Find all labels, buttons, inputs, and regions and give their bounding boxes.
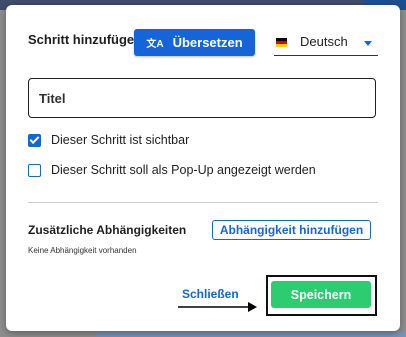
translate-icon: 文A xyxy=(146,39,164,50)
chevron-down-icon[interactable] xyxy=(364,41,372,46)
title-input[interactable] xyxy=(28,78,376,118)
section-divider xyxy=(28,202,378,203)
popup-checkbox[interactable] xyxy=(28,163,41,177)
save-button[interactable]: Speichern xyxy=(271,281,371,308)
background-app-panel xyxy=(96,332,406,337)
germany-flag-icon xyxy=(276,38,287,47)
visible-checkbox-row[interactable]: Dieser Schritt ist sichtbar xyxy=(28,133,189,147)
add-dependency-button[interactable]: Abhängigkeit hinzufügen xyxy=(212,220,371,240)
close-button[interactable]: Schließen xyxy=(182,287,239,301)
arrow-right-icon xyxy=(178,302,257,312)
dialog-title: Schritt hinzufügen xyxy=(28,32,143,47)
add-step-dialog: Schritt hinzufügen 文A Übersetzen Deutsch… xyxy=(6,5,400,331)
language-select[interactable]: Deutsch xyxy=(274,31,378,56)
translate-button[interactable]: 文A Übersetzen xyxy=(134,29,255,56)
translate-button-label: Übersetzen xyxy=(172,35,243,50)
dependencies-title: Zusätzliche Abhängigkeiten xyxy=(28,223,187,237)
dependencies-empty-text: Keine Abhängigkeit vorhanden xyxy=(28,246,137,255)
popup-checkbox-row[interactable]: Dieser Schritt soll als Pop-Up angezeigt… xyxy=(28,163,316,177)
popup-checkbox-label: Dieser Schritt soll als Pop-Up angezeigt… xyxy=(51,163,316,177)
visible-checkbox-label: Dieser Schritt ist sichtbar xyxy=(51,133,190,147)
language-select-value: Deutsch xyxy=(300,34,348,49)
visible-checkbox[interactable] xyxy=(28,133,41,147)
